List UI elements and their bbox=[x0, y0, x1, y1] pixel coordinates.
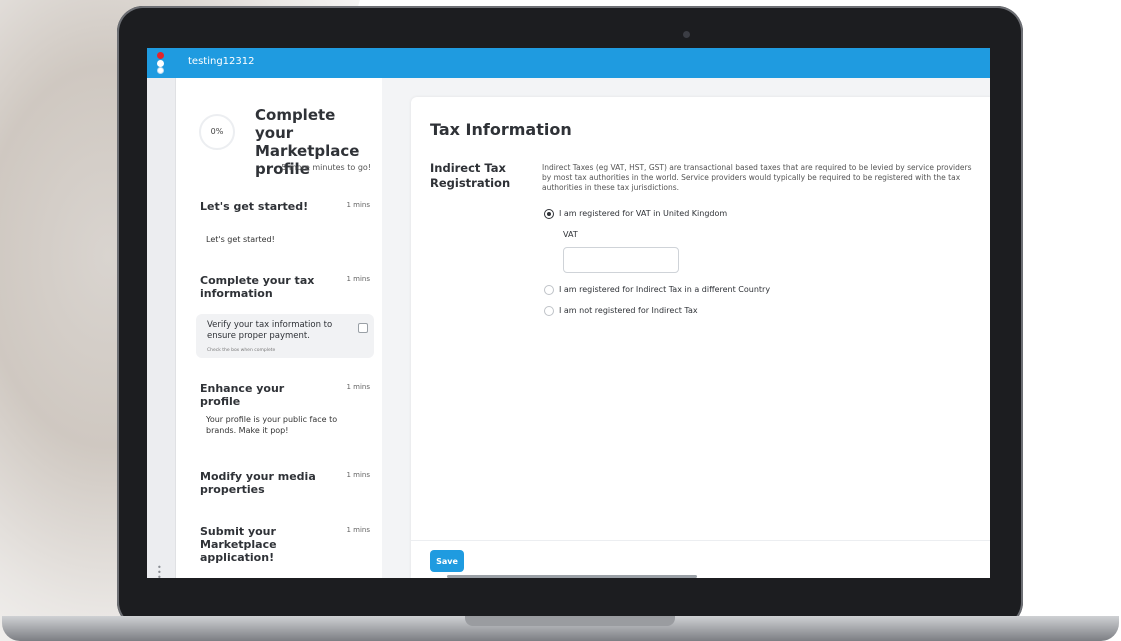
step-description: Your profile is your public face to bran… bbox=[206, 415, 338, 435]
page-title: Tax Information bbox=[430, 120, 572, 139]
checklist-subtitle: 5 more minutes to go! bbox=[281, 163, 371, 172]
task-text: Verify your tax information to ensure pr… bbox=[207, 320, 333, 341]
radio-label: I am registered for VAT in United Kingdo… bbox=[559, 209, 728, 218]
more-options-icon[interactable]: • • • bbox=[157, 564, 162, 579]
top-bar: testing12312 bbox=[147, 48, 990, 78]
tax-information-panel: Tax Information Indirect Tax Registratio… bbox=[411, 97, 990, 578]
save-button[interactable]: Save bbox=[430, 550, 464, 572]
step-title: Enhance your profile bbox=[200, 382, 285, 408]
step-title: Submit your Marketplace application! bbox=[200, 525, 277, 564]
vat-label: VAT bbox=[563, 230, 578, 239]
radio-label: I am registered for Indirect Tax in a di… bbox=[559, 285, 771, 294]
progress-ring: 0% bbox=[199, 114, 235, 150]
radio-label: I am not registered for Indirect Tax bbox=[559, 306, 698, 315]
step-title: Modify your media properties bbox=[200, 470, 316, 496]
app-screen: testing12312 ••• T 0% Complete your Mark… bbox=[147, 48, 990, 578]
horizontal-scrollbar[interactable] bbox=[447, 575, 697, 578]
step-title: Let's get started! bbox=[200, 200, 309, 213]
onboarding-checklist: 0% Complete your Marketplace profile 5 m… bbox=[176, 78, 382, 578]
step-enhance-profile[interactable]: Enhance your profile 1 mins bbox=[200, 382, 370, 408]
step-get-started[interactable]: Let's get started! 1 mins bbox=[200, 200, 370, 213]
camera-icon bbox=[683, 31, 690, 38]
step-time: 1 mins bbox=[346, 383, 370, 391]
section-description: Indirect Taxes (eg VAT, HST, GST) are tr… bbox=[542, 163, 972, 192]
step-media-properties[interactable]: Modify your media properties 1 mins bbox=[200, 470, 370, 496]
step-time: 1 mins bbox=[346, 526, 370, 534]
radio-button[interactable] bbox=[544, 285, 554, 295]
app-name: testing12312 bbox=[188, 56, 255, 67]
logo-icon[interactable] bbox=[157, 52, 165, 74]
task-checkbox[interactable] bbox=[358, 323, 368, 333]
step-title: Complete your tax information bbox=[200, 274, 315, 300]
task-card[interactable]: Verify your tax information to ensure pr… bbox=[196, 314, 374, 358]
step-time: 1 mins bbox=[346, 201, 370, 209]
step-submit-application[interactable]: Submit your Marketplace application! 1 m… bbox=[200, 525, 370, 564]
step-time: 1 mins bbox=[346, 275, 370, 283]
section-label: Indirect Tax Registration bbox=[430, 161, 511, 190]
form-footer: Save bbox=[411, 540, 990, 578]
vat-input[interactable] bbox=[563, 247, 679, 273]
left-rail: ••• T bbox=[147, 78, 176, 578]
step-description: Let's get started! bbox=[206, 235, 275, 244]
step-tax-information[interactable]: Complete your tax information 1 mins bbox=[200, 274, 370, 300]
task-hint: Check the box when complete bbox=[207, 348, 276, 353]
radio-button[interactable] bbox=[544, 209, 554, 219]
radio-button[interactable] bbox=[544, 306, 554, 316]
step-time: 1 mins bbox=[346, 471, 370, 479]
laptop-notch bbox=[465, 616, 675, 626]
